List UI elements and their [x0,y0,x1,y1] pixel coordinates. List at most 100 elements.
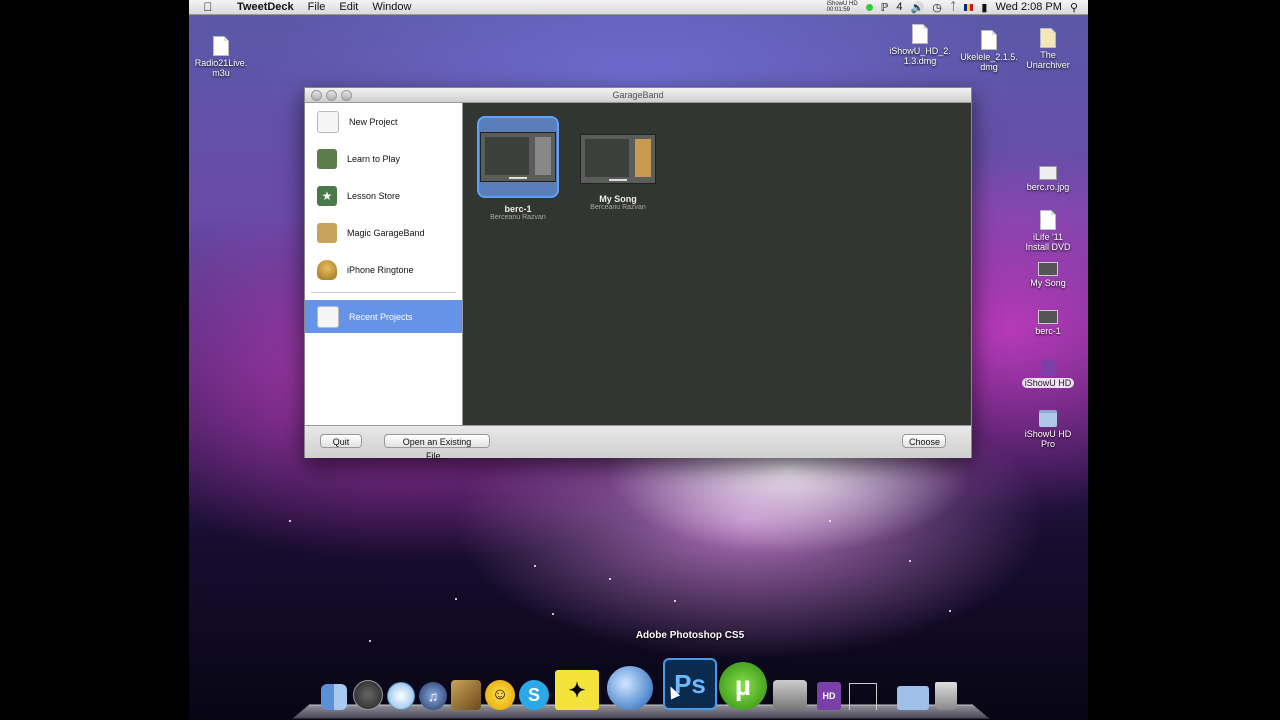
close-icon[interactable] [311,90,322,101]
desktop-icon-label: iShowU HD [1021,378,1075,388]
spotlight-search-icon[interactable]: ⚲ [1070,1,1078,14]
battery-icon[interactable]: ▮ [981,1,987,14]
adobe-updater-icon[interactable]: ℙ [881,1,889,14]
guitar-doc-icon [317,110,339,133]
sidebar-item-recent-projects[interactable]: Recent Projects [305,300,462,333]
magic-garageband-icon [317,222,337,243]
utorrent-icon[interactable]: µ [719,662,767,710]
desktop-icon-berc-jpg[interactable]: berc.ro.jpg [1008,166,1088,192]
choose-button[interactable]: Choose [902,434,946,448]
sidebar-item-new-project[interactable]: New Project [305,103,462,140]
project-author: Berceanu Razvan [490,214,546,221]
star [609,578,611,580]
zoom-icon[interactable] [341,90,352,101]
yahoo-messenger-icon[interactable]: ☺ [485,680,515,710]
documents-folder-icon[interactable] [897,686,929,710]
window-footer: Quit Open an Existing File... Choose [305,425,971,461]
photoshop-icon[interactable]: Ps [663,658,717,710]
input-flag-icon[interactable] [964,3,974,11]
project-thumbnail [480,132,556,182]
sidebar-item-lesson-store[interactable]: ★ Lesson Store [305,177,462,214]
selection-frame [477,116,559,198]
star [909,560,911,562]
desktop-icon-radio[interactable]: Radio21Live. m3u [189,36,261,78]
sidebar-item-label: Learn to Play [347,153,401,164]
desktop-icon-unarchiver[interactable]: The Unarchiver [1008,28,1088,70]
skype-icon[interactable]: S [519,680,549,710]
desktop-icon-label: iShowU HD Pro [1024,429,1072,449]
recorder-status[interactable]: iShowU HD 00:01:59 [827,1,858,13]
desktop-icon-label: Radio21Live. m3u [194,58,248,78]
desktop-icon-label: iLife '11 Install DVD [1025,232,1071,252]
ishowu-hd-icon[interactable]: HD [817,682,841,710]
image-file-icon [1039,166,1057,180]
desktop-icon-label: My Song [1030,278,1066,288]
desktop-icon-ishowu-dmg[interactable]: iShowU_HD_2. 1.3.dmg [880,24,960,66]
star [829,520,831,522]
garageband-icon[interactable] [451,680,481,710]
document-icon [912,24,928,44]
star [455,598,457,600]
document-icon [981,30,997,50]
sidebar-item-label: Lesson Store [347,190,401,201]
safari-icon[interactable] [387,682,415,710]
garageband-window: GarageBand New Project Learn to Play ★ L… [304,87,972,461]
garageband-file-icon [1038,262,1058,276]
window-title: GarageBand [612,90,664,100]
sidebar-item-learn-to-play[interactable]: Learn to Play [305,140,462,177]
star [369,640,371,642]
sidebar-item-label: Magic GarageBand [347,227,425,238]
desktop-icon-ishowu-pro[interactable]: iShowU HD Pro [1008,410,1088,449]
sidebar-item-label: New Project [349,116,398,127]
thunderbird-icon[interactable] [607,666,653,710]
bluetooth-icon[interactable]: ᛏ [950,1,957,13]
apple-menu-icon[interactable]:  [201,0,215,14]
project-berc-1[interactable]: berc-1 Berceanu Razvan [473,116,563,221]
applications-stack-icon[interactable] [849,683,877,710]
sidebar-item-label: Recent Projects [349,311,413,322]
menu-file[interactable]: File [308,1,326,13]
trash-icon[interactable] [935,682,957,710]
project-name: berc-1 [504,204,532,214]
desktop-icon-my-song[interactable]: My Song [1008,262,1088,288]
tweetdeck-icon[interactable]: ✦ [555,670,599,710]
menu-app-name[interactable]: TweetDeck [237,1,294,13]
project-thumbnail [580,134,656,184]
dock: ♫ ☺ S ✦ Ps µ HD [292,658,990,720]
star [674,600,676,602]
star [552,613,554,615]
folder-icon [1039,410,1057,427]
minimize-icon[interactable] [326,90,337,101]
ishowu-app-icon [1041,360,1055,376]
sidebar-item-iphone-ringtone[interactable]: iPhone Ringtone [305,251,462,288]
volume-icon[interactable]: 🔊 [911,1,925,14]
dock-hover-label: Adobe Photoshop CS5 [635,630,745,641]
desktop-icon-label: berc-1 [1035,326,1061,336]
system-preferences-icon[interactable] [773,680,807,710]
desktop-icon-berc-1[interactable]: berc-1 [1008,310,1088,336]
learn-to-play-icon [317,148,337,169]
desktop:  TweetDeck File Edit Window iShowU HD 0… [189,0,1088,720]
project-name: My Song [599,194,637,204]
dashboard-icon[interactable] [353,680,383,710]
project-my-song[interactable]: My Song Berceanu Razvan [573,134,663,211]
project-author: Berceanu Razvan [590,204,646,211]
wifi-count[interactable]: 4 [896,1,902,13]
desktop-icon-label: iShowU_HD_2. 1.3.dmg [889,46,951,66]
desktop-icon-ishowu-hd[interactable]: iShowU HD [1008,360,1088,388]
menu-edit[interactable]: Edit [339,1,358,13]
garageband-file-icon [1038,310,1058,324]
sidebar-item-magic-garageband[interactable]: Magic GarageBand [305,214,462,251]
menu-clock[interactable]: Wed 2:08 PM [995,1,1061,13]
disk-icon [1040,210,1056,230]
finder-icon[interactable] [321,684,347,710]
itunes-icon[interactable]: ♫ [419,682,447,710]
time-machine-icon[interactable]: ◷ [932,1,942,14]
document-icon [213,36,229,56]
quit-button[interactable]: Quit [320,434,362,448]
desktop-icon-ilife[interactable]: iLife '11 Install DVD [1008,210,1088,252]
menu-window[interactable]: Window [372,1,411,13]
guitar-doc-icon [317,305,339,328]
open-existing-file-button[interactable]: Open an Existing File... [384,434,490,461]
status-dot-icon[interactable] [865,3,873,11]
